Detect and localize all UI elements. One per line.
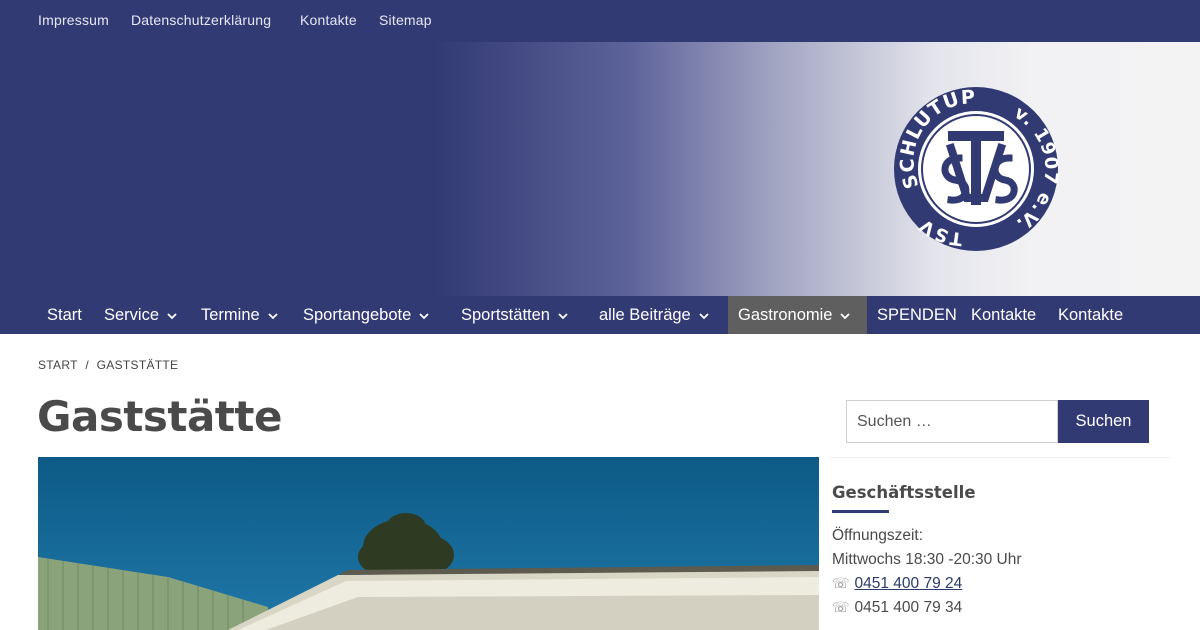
main-navigation: Start Service Termine Sportangebote Spor… [0, 296, 1200, 334]
nav-item-label: Start [47, 306, 82, 324]
featured-image [38, 457, 819, 630]
page-title: Gaststätte [37, 392, 282, 441]
nav-item-label: Kontakte [1058, 306, 1124, 324]
chevron-down-icon [558, 313, 568, 319]
fax-icon: ☏ [832, 599, 850, 615]
chevron-down-icon [167, 313, 177, 319]
fax-number: 0451 400 79 34 [854, 599, 963, 616]
search-button[interactable]: Suchen [1058, 400, 1149, 443]
search-input[interactable] [846, 400, 1058, 443]
phone-link[interactable]: 0451 400 79 24 [855, 575, 963, 592]
nav-item-label: alle Beiträge [599, 306, 691, 324]
nav-item-kontakte[interactable]: Kontakte [962, 296, 1045, 334]
nav-item-sportangebote[interactable]: Sportangebote [294, 296, 438, 334]
nav-item-alle-beitraege[interactable]: alle Beiträge [590, 296, 718, 334]
opening-hours-label: Öffnungszeit: [832, 527, 924, 544]
nav-item-sportstaetten[interactable]: Sportstätten [452, 296, 577, 334]
nav-item-kontakte-2[interactable]: Kontakte [1049, 296, 1132, 334]
nav-item-spenden[interactable]: SPENDEN [868, 296, 966, 334]
phone-line: ☏ 0451 400 79 24 [832, 575, 962, 593]
top-bar: Impressum Datenschutzerklärung Kontakte … [0, 0, 1200, 42]
chevron-down-icon [268, 313, 278, 319]
nav-item-label: Gastronomie [738, 306, 833, 324]
nav-item-label: Service [104, 306, 160, 324]
breadcrumb-home[interactable]: START [38, 358, 78, 372]
breadcrumb-current: GASTSTÄTTE [96, 358, 179, 372]
topbar-link-datenschutz[interactable]: Datenschutzerklärung [131, 12, 271, 28]
topbar-link-kontakte[interactable]: Kontakte [300, 12, 357, 28]
nav-item-label: Sportangebote [303, 306, 412, 324]
topbar-link-sitemap[interactable]: Sitemap [379, 12, 432, 28]
opening-hours-value: Mittwochs 18:30 -20:30 Uhr [832, 551, 1022, 568]
breadcrumb-separator: / [85, 358, 90, 372]
breadcrumb: START / GASTSTÄTTE [38, 358, 182, 372]
nav-item-start[interactable]: Start [38, 296, 91, 334]
fax-line: ☏ 0451 400 79 34 [832, 599, 962, 617]
nav-item-service[interactable]: Service [95, 296, 186, 334]
chevron-down-icon [419, 313, 429, 319]
widget-divider [830, 457, 1170, 458]
nav-item-gastronomie[interactable]: Gastronomie [728, 296, 867, 334]
club-logo[interactable]: SCHLUTUP v. 1907 e.V. TSV [893, 86, 1059, 252]
nav-item-label: Sportstätten [461, 306, 550, 324]
chevron-down-icon [699, 313, 709, 319]
phone-icon: ☏ [832, 575, 850, 591]
nav-item-label: Termine [201, 306, 260, 324]
topbar-link-impressum[interactable]: Impressum [38, 12, 109, 28]
nav-item-label: SPENDEN [877, 306, 957, 324]
nav-item-termine[interactable]: Termine [192, 296, 287, 334]
widget-title: Geschäftsstelle [832, 483, 976, 502]
widget-title-underline [832, 510, 889, 513]
chevron-down-icon [840, 313, 851, 319]
nav-item-label: Kontakte [971, 306, 1037, 324]
